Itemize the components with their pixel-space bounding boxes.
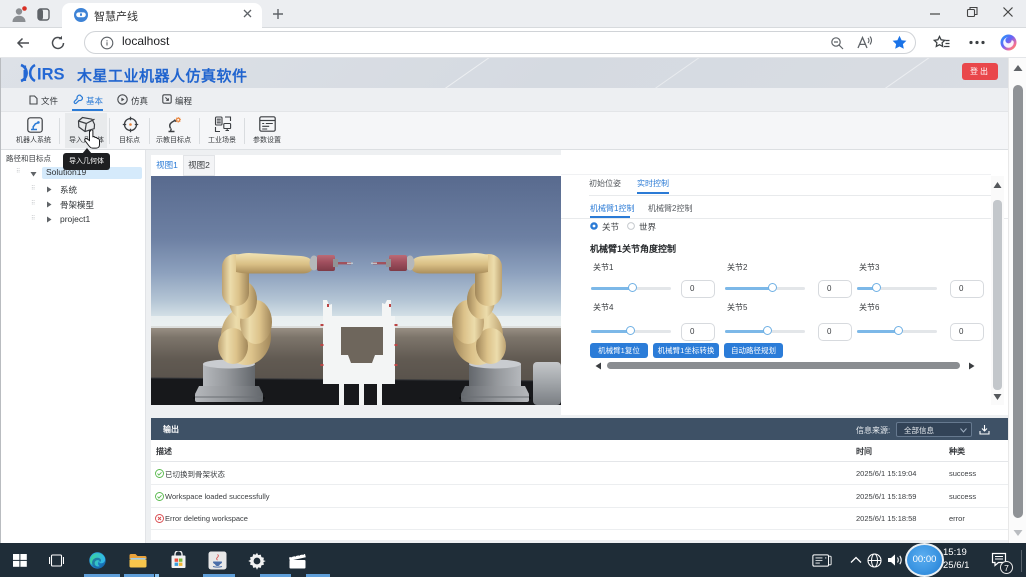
- svg-text:IRS: IRS: [37, 66, 65, 84]
